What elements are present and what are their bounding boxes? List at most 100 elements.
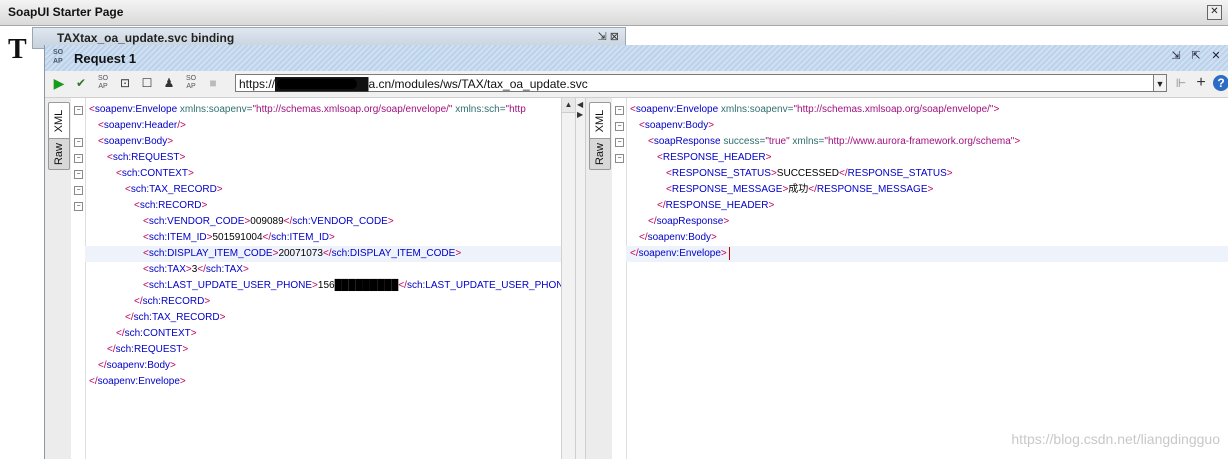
xml-token-br: > [927,184,934,195]
close-icon[interactable]: ✕ [1209,49,1223,63]
xml-token-br: > [711,232,717,243]
fold-toggle-icon[interactable]: − [74,138,83,147]
xml-token-br: > [204,296,211,307]
tab-request-raw[interactable]: Raw [48,138,70,170]
xml-token-br: > [1014,136,1021,147]
disabled-square-icon: ■ [209,76,217,90]
xml-token-br: </ [98,360,107,371]
starter-heading-letter: T [8,34,27,65]
maximize-icon[interactable]: ⇱ [1189,49,1203,63]
create-empty-request-icon[interactable]: SO AP [95,75,111,91]
chevron-down-icon[interactable]: ▼ [1153,74,1167,92]
starter-page-tab[interactable]: SoapUI Starter Page ✕ [0,0,1228,26]
response-editor-panel: XML Raw <soapenv:Envelope xmlns:soapenv=… [586,98,1228,459]
xml-token-tag: soapResponse [656,216,724,227]
xml-token-txt: 009089 [250,216,284,227]
response-xml-line: </soapResponse> [626,214,1228,230]
xml-token-txt: 156█████████ [317,280,399,291]
xml-token-val: "http://schemas.xmlsoap.org/soap/envelop… [793,104,994,115]
endpoint-url-input[interactable]: https://███████████a.cn/modules/ws/TAX/t… [235,74,1167,92]
collapse-left-icon[interactable]: ◀ [577,100,583,109]
xml-token-br: </ [648,216,657,227]
xml-token-br: </ [197,264,206,275]
xml-token-br: </ [630,248,639,259]
request-xml-line: <soapenv:Body> [85,134,561,150]
xml-token-txt: SUCCESSED [776,168,840,179]
xml-token-tag: sch:RECORD [139,200,202,211]
stop-icon[interactable]: ☐ [139,75,155,91]
request-xml-line: </sch:CONTEXT> [85,326,561,342]
add-icon[interactable]: + [1193,75,1209,91]
xml-token-tag: sch:TAX [148,264,186,275]
xml-token-tag: soapenv:Envelope [635,104,719,115]
fold-toggle-icon[interactable]: − [615,154,624,163]
panel-splitter[interactable]: ◀ ▶ [575,98,586,459]
window-controls-icon[interactable]: ⇲ ⊠ [598,30,620,43]
response-xml-line: <RESPONSE_HEADER> [626,150,1228,166]
minimize-icon[interactable]: ⇲ [1169,49,1183,63]
xml-token-br: </ [262,232,272,243]
xml-token-tag: sch:REQUEST [115,344,183,355]
request-scrollbar[interactable]: ▲ [561,98,575,459]
request-xml-line: <sch:TAX>3</sch:TAX> [85,262,561,278]
fold-toggle-icon[interactable]: − [74,202,83,211]
scroll-up-icon[interactable]: ▲ [562,98,575,113]
response-xml-line: <soapenv:Envelope xmlns:soapenv="http://… [626,102,1228,118]
xml-token-tag: RESPONSE_HEADER [665,200,769,211]
validate-icon[interactable]: ✔ [73,75,89,91]
xml-token-br: > [720,248,727,259]
format-xml-icon[interactable]: ⊡ [117,75,133,91]
fold-toggle-icon[interactable]: − [615,138,624,147]
wsdl-icon[interactable]: SO AP [183,75,199,91]
xml-token-br: </ [283,216,293,227]
submit-request-icon[interactable]: ▶ [51,75,67,91]
xml-token-br: > [187,168,194,179]
close-icon[interactable]: ✕ [1207,5,1222,20]
response-xml-line: <soapResponse success="true" xmlns="http… [626,134,1228,150]
request-xml-editor[interactable]: <soapenv:Envelope xmlns:soapenv="http://… [85,98,561,459]
ws-icon[interactable]: ⊩ [1173,75,1189,91]
request-xml-line: <soapenv:Header/> [85,118,561,134]
xml-token-tag: sch:LAST_UPDATE_USER_PHONE [148,280,313,291]
watermark: https://blog.csdn.net/liangdingguo [1011,431,1220,447]
xml-token-tag: RESPONSE_STATUS [847,168,947,179]
xml-token-tag: sch:CONTEXT [124,328,191,339]
xml-token-br: > [179,152,186,163]
tab-request-raw-label: Raw [53,143,65,166]
xml-token-val: "http [505,104,526,115]
fold-toggle-icon[interactable]: − [615,122,624,131]
xml-token-br: > [179,376,186,387]
user-icon[interactable]: ♟ [161,75,177,91]
xml-token-br: > [216,184,223,195]
request-editor-panel: XML Raw <soapenv:Envelope xmlns:soapenv=… [45,98,575,459]
xml-token-br: > [190,328,197,339]
response-xml-line: </soapenv:Envelope> [626,246,1228,262]
xml-token-br: > [182,344,189,355]
xml-token-br: > [242,264,249,275]
request-titlebar[interactable]: SO AP Request 1 ⇲ ⇱ ✕ [45,45,1228,72]
fold-toggle-icon[interactable]: − [615,106,624,115]
help-icon[interactable]: ? [1213,75,1228,91]
xml-token-br: > [723,216,730,227]
fold-toggle-icon[interactable]: − [74,106,83,115]
request-xml-line: <sch:REQUEST> [85,150,561,166]
xml-token-br: > [768,200,775,211]
xml-token-tag: RESPONSE_HEADER [662,152,766,163]
tab-response-raw[interactable]: Raw [589,138,611,170]
xml-token-br: </ [116,328,125,339]
fold-toggle-icon[interactable]: − [74,186,83,195]
xml-token-val: "true" [765,136,790,147]
xml-token-br: </ [657,200,666,211]
tab-response-xml[interactable]: XML [589,102,611,140]
tab-response-xml-label: XML [594,109,606,133]
xml-token-br: </ [398,280,407,291]
response-xml-editor[interactable]: <soapenv:Envelope xmlns:soapenv="http://… [626,98,1228,459]
xml-token-tag: sch:RECORD [142,296,205,307]
xml-token-br: </ [808,184,817,195]
collapse-right-icon[interactable]: ▶ [577,110,583,119]
soap-logo-top: SO [53,49,64,56]
fold-toggle-icon[interactable]: − [74,170,83,179]
fold-toggle-icon[interactable]: − [74,154,83,163]
xml-token-tag: sch:LAST_UPDATE_USER_PHONE [406,280,561,291]
tab-request-xml[interactable]: XML [48,102,70,140]
